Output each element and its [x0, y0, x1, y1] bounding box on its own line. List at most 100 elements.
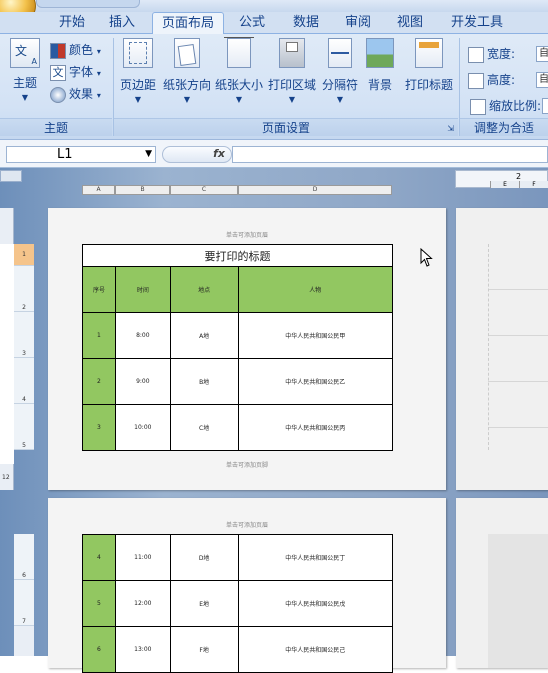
table-cell[interactable]: 6 [82, 626, 116, 673]
header-cell[interactable]: 时间 [114, 266, 171, 313]
theme-colors-button[interactable]: 颜色 ▾ [50, 40, 101, 60]
header-cell[interactable]: 人物 [237, 266, 394, 313]
table-cell[interactable]: B地 [169, 358, 239, 405]
column-header[interactable]: E [490, 181, 520, 188]
column-header[interactable]: D [238, 185, 392, 195]
themes-icon: 文 A [10, 38, 40, 68]
table-cell[interactable]: 1 [82, 312, 116, 359]
page-size-icon [224, 37, 254, 68]
height-label: 高度: [487, 73, 516, 87]
table-cell[interactable]: 4 [82, 534, 116, 581]
page-break-icon [328, 38, 352, 68]
chevron-down-icon: ▼ [21, 93, 29, 102]
row-header[interactable]: 7 [14, 580, 34, 626]
row-header[interactable]: 2 [14, 266, 34, 312]
header-cell[interactable]: 地点 [169, 266, 239, 313]
name-box[interactable]: L1 ▼ [6, 146, 156, 163]
quick-access-toolbar[interactable] [36, 0, 140, 8]
print-titles-icon [415, 38, 443, 68]
table-cell[interactable]: 中华人民共和国公民乙 [237, 358, 394, 405]
mouse-cursor-icon [420, 248, 433, 267]
margins-label: 页边距 [119, 78, 156, 92]
orientation-button[interactable]: 纸张方向 ▼ [162, 38, 212, 104]
column-header[interactable]: A [82, 185, 115, 195]
row-header[interactable]: 6 [14, 534, 34, 580]
header-cell[interactable]: 序号 [82, 266, 116, 313]
column-header[interactable]: F [520, 181, 548, 188]
row-header[interactable]: 4 [14, 358, 34, 404]
scale-spinner[interactable] [542, 98, 548, 114]
header-placeholder[interactable]: 单击可添加页眉 [48, 230, 446, 239]
print-titles-button[interactable]: 打印标题 [402, 38, 456, 93]
palette-icon [50, 42, 66, 59]
tab-formulas[interactable]: 公式 [232, 12, 272, 34]
tab-page-layout[interactable]: 页面布局 [152, 12, 224, 35]
footer-placeholder[interactable]: 单击可添加页脚 [48, 460, 446, 469]
table-row: 2 9:00 B地 中华人民共和国公民乙 [82, 358, 394, 405]
table-cell[interactable]: C地 [169, 404, 239, 451]
height-icon [468, 72, 484, 89]
table-cell[interactable]: 11:00 [114, 534, 171, 581]
effects-icon [50, 86, 66, 103]
table-cell[interactable]: F地 [169, 626, 239, 673]
themes-group-label: 主题 [0, 118, 112, 136]
tab-insert[interactable]: 插入 [102, 12, 142, 34]
chevron-down-icon: ▼ [288, 95, 296, 104]
ribbon-tab-bar: 开始 插入 页面布局 公式 数据 审阅 视图 开发工具 [0, 12, 548, 35]
table-row: 1 8:00 A地 中华人民共和国公民甲 [82, 312, 394, 359]
table-cell[interactable]: 中华人民共和国公民戊 [237, 580, 394, 627]
table-cell[interactable]: 13:00 [114, 626, 171, 673]
row-header[interactable]: 3 [14, 312, 34, 358]
formula-input[interactable] [232, 146, 548, 163]
table-cell[interactable]: D地 [169, 534, 239, 581]
width-dropdown[interactable]: 自 [536, 46, 548, 62]
table-cell[interactable]: A地 [169, 312, 239, 359]
table-cell[interactable]: 12:00 [114, 580, 171, 627]
table-cell[interactable]: 9:00 [114, 358, 171, 405]
chevron-down-icon: ▼ [336, 95, 344, 104]
table-cell[interactable]: 中华人民共和国公民丙 [237, 404, 394, 451]
size-button[interactable]: 纸张大小 ▼ [214, 37, 264, 104]
table-cell[interactable]: 中华人民共和国公民己 [237, 626, 394, 673]
print-page-4[interactable] [456, 498, 548, 668]
width-setting: 宽度: [468, 44, 515, 64]
background-button[interactable]: 背景 [364, 38, 396, 93]
row-header-selected[interactable]: 1 [14, 244, 34, 266]
chevron-down-icon: ▾ [96, 47, 101, 56]
dialog-launcher-icon[interactable]: ⇲ [447, 120, 454, 138]
print-area-button[interactable]: 打印区域 ▼ [266, 38, 318, 104]
column-header[interactable]: B [115, 185, 170, 195]
chevron-down-icon[interactable]: ▼ [145, 147, 152, 162]
tab-developer[interactable]: 开发工具 [444, 12, 510, 34]
background-image-icon [366, 38, 394, 68]
table-cell[interactable]: 5 [82, 580, 116, 627]
table-cell[interactable]: 2 [82, 358, 116, 405]
table-cell[interactable]: 中华人民共和国公民甲 [237, 312, 394, 359]
insert-function-icon[interactable]: fx [213, 147, 225, 160]
header-placeholder[interactable]: 单击可添加页眉 [48, 520, 446, 529]
chevron-down-icon: ▾ [96, 69, 101, 78]
width-icon [468, 46, 484, 63]
tab-data[interactable]: 数据 [286, 12, 326, 34]
table-cell[interactable]: E地 [169, 580, 239, 627]
select-all-corner[interactable] [0, 170, 22, 182]
table-cell[interactable]: 中华人民共和国公民丁 [237, 534, 394, 581]
orientation-icon [174, 38, 200, 68]
height-dropdown[interactable]: 自 [536, 72, 548, 88]
tab-review[interactable]: 审阅 [338, 12, 378, 34]
tab-home[interactable]: 开始 [52, 12, 92, 34]
table-cell[interactable]: 10:00 [114, 404, 171, 451]
margins-button[interactable]: 页边距 ▼ [116, 38, 160, 104]
print-page-2[interactable] [456, 208, 548, 490]
table-cell[interactable]: 3 [82, 404, 116, 451]
table-row: 5 12:00 E地 中华人民共和国公民戊 [82, 580, 394, 627]
table-cell[interactable]: 8:00 [114, 312, 171, 359]
column-header[interactable]: C [170, 185, 238, 195]
breaks-button[interactable]: 分隔符 ▼ [320, 38, 360, 104]
theme-fonts-button[interactable]: 文字体 ▾ [50, 62, 101, 82]
table-title[interactable]: 要打印的标题 [82, 244, 393, 267]
themes-button[interactable]: 文 A 主题 ▼ [6, 38, 44, 102]
tab-view[interactable]: 视图 [390, 12, 430, 34]
row-header[interactable]: 5 [14, 404, 34, 450]
theme-effects-button[interactable]: 效果 ▾ [50, 84, 101, 104]
